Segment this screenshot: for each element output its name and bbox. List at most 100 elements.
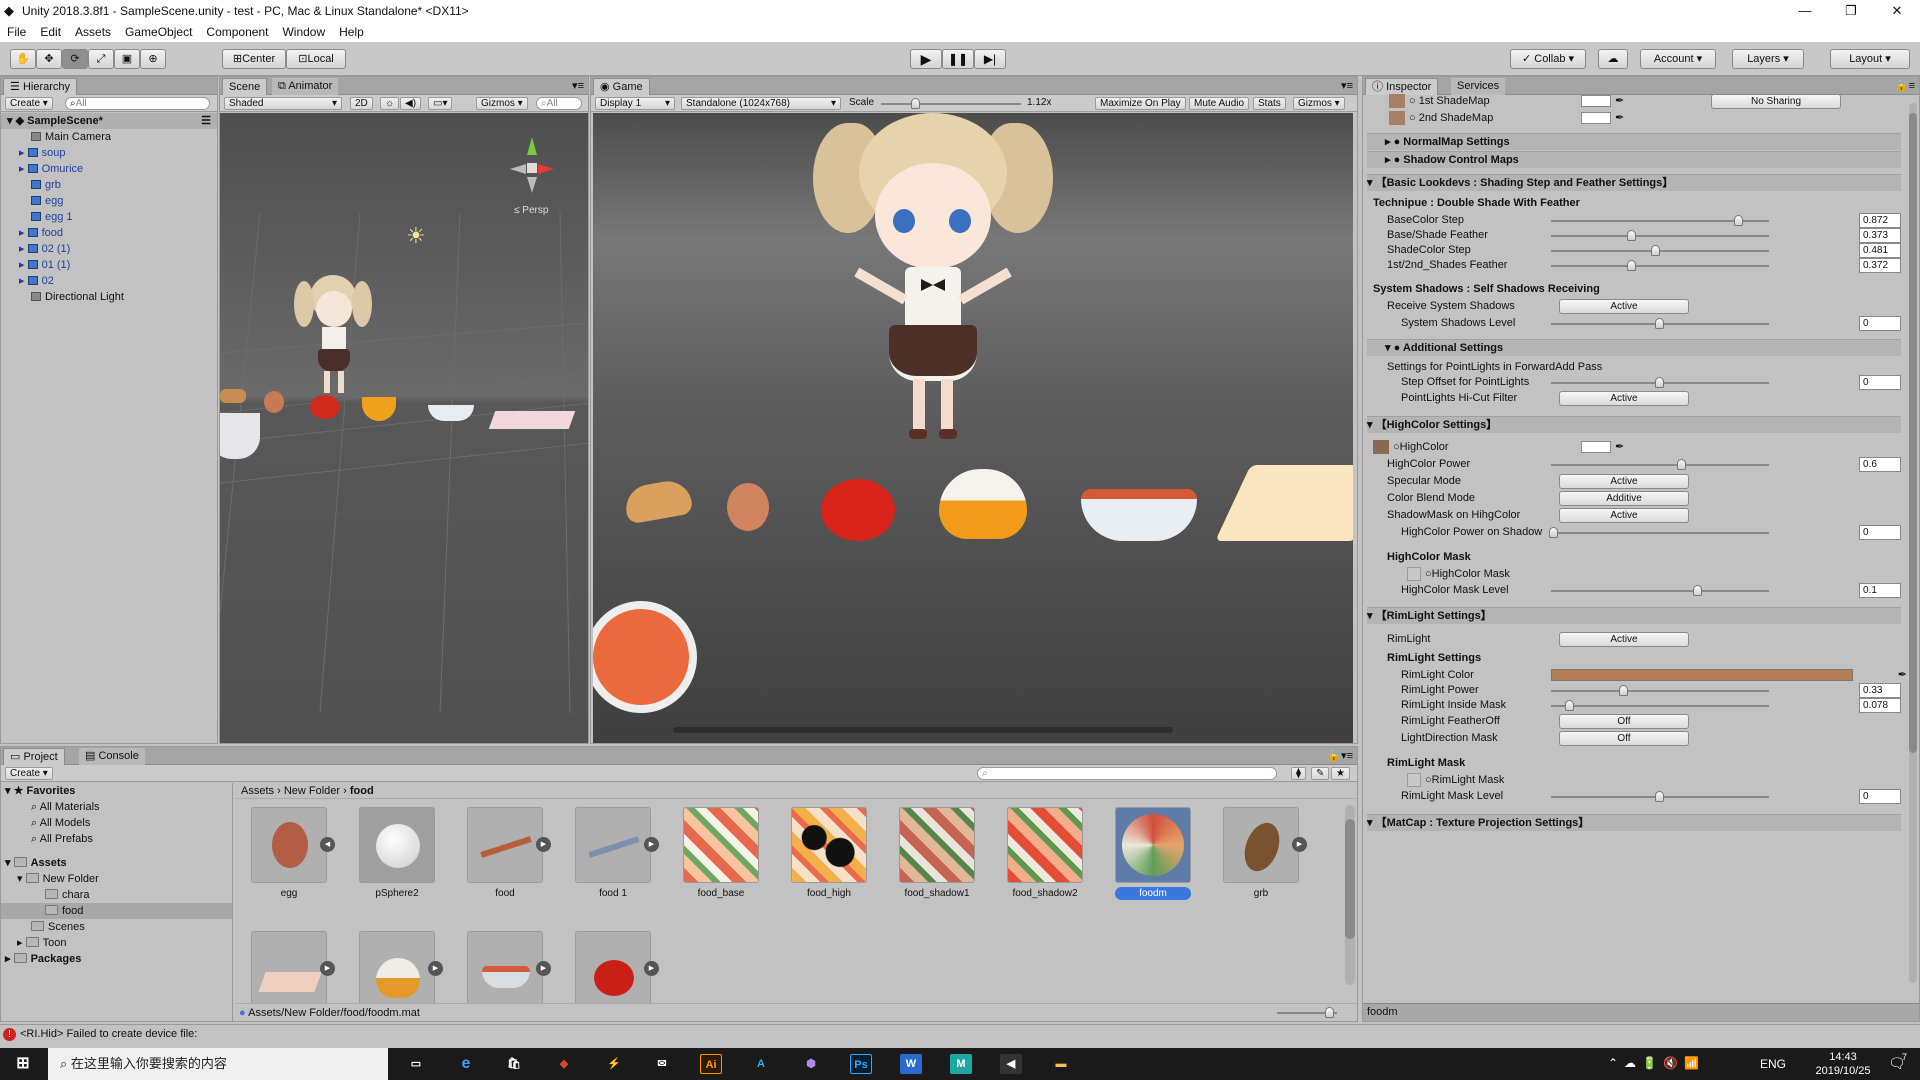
slider-knob[interactable] <box>1693 585 1702 596</box>
folder-item[interactable]: ▾ New Folder <box>1 871 232 887</box>
asset-foodm-selected[interactable]: foodm <box>1113 807 1193 900</box>
slider-knob[interactable] <box>1734 215 1743 226</box>
rimlight-inside-value[interactable]: 0.078 <box>1859 698 1901 713</box>
rim-mask-level-slider[interactable] <box>1551 791 1769 802</box>
effects-dropdown-icon[interactable]: ▭▾ <box>428 97 453 110</box>
list-item[interactable]: grb <box>1 177 217 193</box>
slider-knob[interactable] <box>1655 318 1664 329</box>
project-create-button[interactable]: Create ▾ <box>5 767 53 780</box>
folder-item[interactable]: chara <box>1 887 232 903</box>
egg-model[interactable] <box>264 391 284 413</box>
hc-power-shadow-slider[interactable] <box>1549 527 1769 538</box>
inspector-scrollbar[interactable] <box>1909 103 1917 983</box>
rimlight-power-value[interactable]: 0.33 <box>1859 683 1901 698</box>
list-item[interactable]: ▸ 02 (1) <box>1 241 217 257</box>
omurice-plate-model[interactable] <box>1215 465 1353 541</box>
asset-thumbnail[interactable]: ▶ <box>573 931 659 1003</box>
photoshop-icon[interactable]: Ps <box>850 1054 872 1074</box>
step-offset-value[interactable]: 0 <box>1859 375 1901 390</box>
windows-start-icon[interactable]: ⊞ <box>12 1054 34 1074</box>
expand-arrow-icon[interactable]: ▶ <box>320 961 335 976</box>
lighting-toggle-icon[interactable]: ☼ <box>380 97 400 110</box>
account-dropdown[interactable]: Account ▾ <box>1640 49 1716 69</box>
packages-root[interactable]: ▸ Packages <box>1 951 232 967</box>
texture-slot-icon[interactable] <box>1389 111 1405 125</box>
folder-item[interactable]: Scenes <box>1 919 232 935</box>
move-tool-icon[interactable]: ✥ <box>36 49 62 69</box>
pot-model[interactable] <box>220 413 260 459</box>
slider-knob[interactable] <box>1651 245 1660 256</box>
gizmos-dropdown[interactable]: Gizmos ▾ <box>476 97 528 110</box>
scene-root[interactable]: ▾ ◆ SampleScene* ☰ <box>1 113 217 129</box>
persp-label[interactable]: ≤ Persp <box>514 205 548 216</box>
game-scrollbar[interactable] <box>673 727 1173 733</box>
scene-menu-icon[interactable]: ☰ <box>201 113 211 129</box>
illustrator-icon[interactable]: Ai <box>700 1054 722 1074</box>
rimlight-inside-slider[interactable] <box>1551 700 1769 711</box>
folder-item-selected[interactable]: food <box>1 903 232 919</box>
hand-tool-icon[interactable]: ✋ <box>10 49 36 69</box>
slider-knob[interactable] <box>911 98 920 109</box>
breadcrumb-new-folder[interactable]: New Folder <box>284 785 340 797</box>
texture-slot-icon[interactable] <box>1407 773 1421 787</box>
app-icon[interactable]: W <box>900 1054 922 1074</box>
additional-settings-foldout[interactable]: ▾ ● Additional Settings <box>1367 339 1901 356</box>
hc-mask-level-slider[interactable] <box>1551 585 1769 596</box>
list-item[interactable]: ▸ 02 <box>1 273 217 289</box>
list-item[interactable]: egg <box>1 193 217 209</box>
scale-slider[interactable] <box>881 98 1021 109</box>
asset-food-high[interactable]: food_high <box>789 807 869 900</box>
pivot-center-button[interactable]: ⊞Center <box>222 49 286 69</box>
slider-knob[interactable] <box>1655 377 1664 388</box>
app-icon[interactable]: ◆ <box>553 1054 575 1074</box>
color-blend-button[interactable]: Additive <box>1559 491 1689 506</box>
tab-animator[interactable]: ⧉ Animator <box>272 78 339 95</box>
pivot-local-button[interactable]: ⊡Local <box>286 49 346 69</box>
rimlight-power-slider[interactable] <box>1551 685 1769 696</box>
game-character[interactable] <box>813 113 1053 483</box>
scene-search-input[interactable]: ⌕All <box>536 97 582 110</box>
hicut-filter-button[interactable]: Active <box>1559 391 1689 406</box>
shades-feather-value[interactable]: 0.372 <box>1859 258 1901 273</box>
hierarchy-create-button[interactable]: Create ▾ <box>5 97 53 110</box>
panel-menu-icon[interactable]: ▾≡ <box>572 79 584 92</box>
panel-menu-icon[interactable]: ▾≡ <box>1341 79 1353 92</box>
menu-window[interactable]: Window <box>275 25 332 39</box>
autodesk-icon[interactable]: A <box>750 1054 772 1074</box>
rice-bowl-model[interactable] <box>939 469 1027 539</box>
panel-menu-icon[interactable]: 🔒≡ <box>1895 79 1915 92</box>
rotate-tool-icon[interactable]: ⟳ <box>62 49 88 69</box>
slider-knob[interactable] <box>1677 459 1686 470</box>
menu-gameobject[interactable]: GameObject <box>118 25 199 39</box>
bread-model[interactable] <box>220 389 246 403</box>
highcolor-foldout[interactable]: ▾ 【HighColor Settings】 <box>1367 416 1901 433</box>
color-swatch[interactable] <box>1581 441 1611 453</box>
soup-pot-model[interactable] <box>1081 489 1197 541</box>
shading-mode-dropdown[interactable]: Shaded ▾ <box>224 97 342 110</box>
taskbar-clock[interactable]: 14:43 2019/10/25 <box>1808 1050 1878 1078</box>
expand-arrow-icon[interactable]: ▶ <box>428 961 443 976</box>
slider-knob[interactable] <box>1627 230 1636 241</box>
slider-knob[interactable] <box>1655 791 1664 802</box>
texture-slot-icon[interactable] <box>1389 94 1405 108</box>
maximize-button[interactable]: ❐ <box>1828 0 1874 22</box>
expand-arrow-icon[interactable]: ▶ <box>644 961 659 976</box>
asset-food-shadow1[interactable]: food_shadow1 <box>897 807 977 900</box>
cloud-icon[interactable]: ☁ <box>1598 49 1628 69</box>
shadow-control-foldout[interactable]: ▸ ● Shadow Control Maps <box>1367 151 1901 168</box>
no-sharing-button[interactable]: No Sharing <box>1711 94 1841 109</box>
asset-grb[interactable]: ▶ grb <box>1221 807 1307 900</box>
rect-tool-icon[interactable]: ▣ <box>114 49 140 69</box>
hierarchy-search-input[interactable]: ⌕All <box>65 97 210 110</box>
stats-toggle[interactable]: Stats <box>1253 97 1286 110</box>
bread-model[interactable] <box>622 477 694 525</box>
slider-knob[interactable] <box>1549 527 1558 538</box>
minimize-button[interactable]: — <box>1782 0 1828 22</box>
list-item[interactable]: ▸ soup <box>1 145 217 161</box>
tab-hierarchy[interactable]: ☰ Hierarchy <box>3 78 78 95</box>
list-item[interactable]: egg 1 <box>1 209 217 225</box>
asset-thumbnail[interactable]: ▶ <box>465 931 551 1003</box>
expand-arrow-icon[interactable]: ▶ <box>1292 837 1307 852</box>
normalmap-foldout[interactable]: ▸ ● NormalMap Settings <box>1367 133 1901 150</box>
project-search-input[interactable]: ⌕ <box>977 767 1277 780</box>
